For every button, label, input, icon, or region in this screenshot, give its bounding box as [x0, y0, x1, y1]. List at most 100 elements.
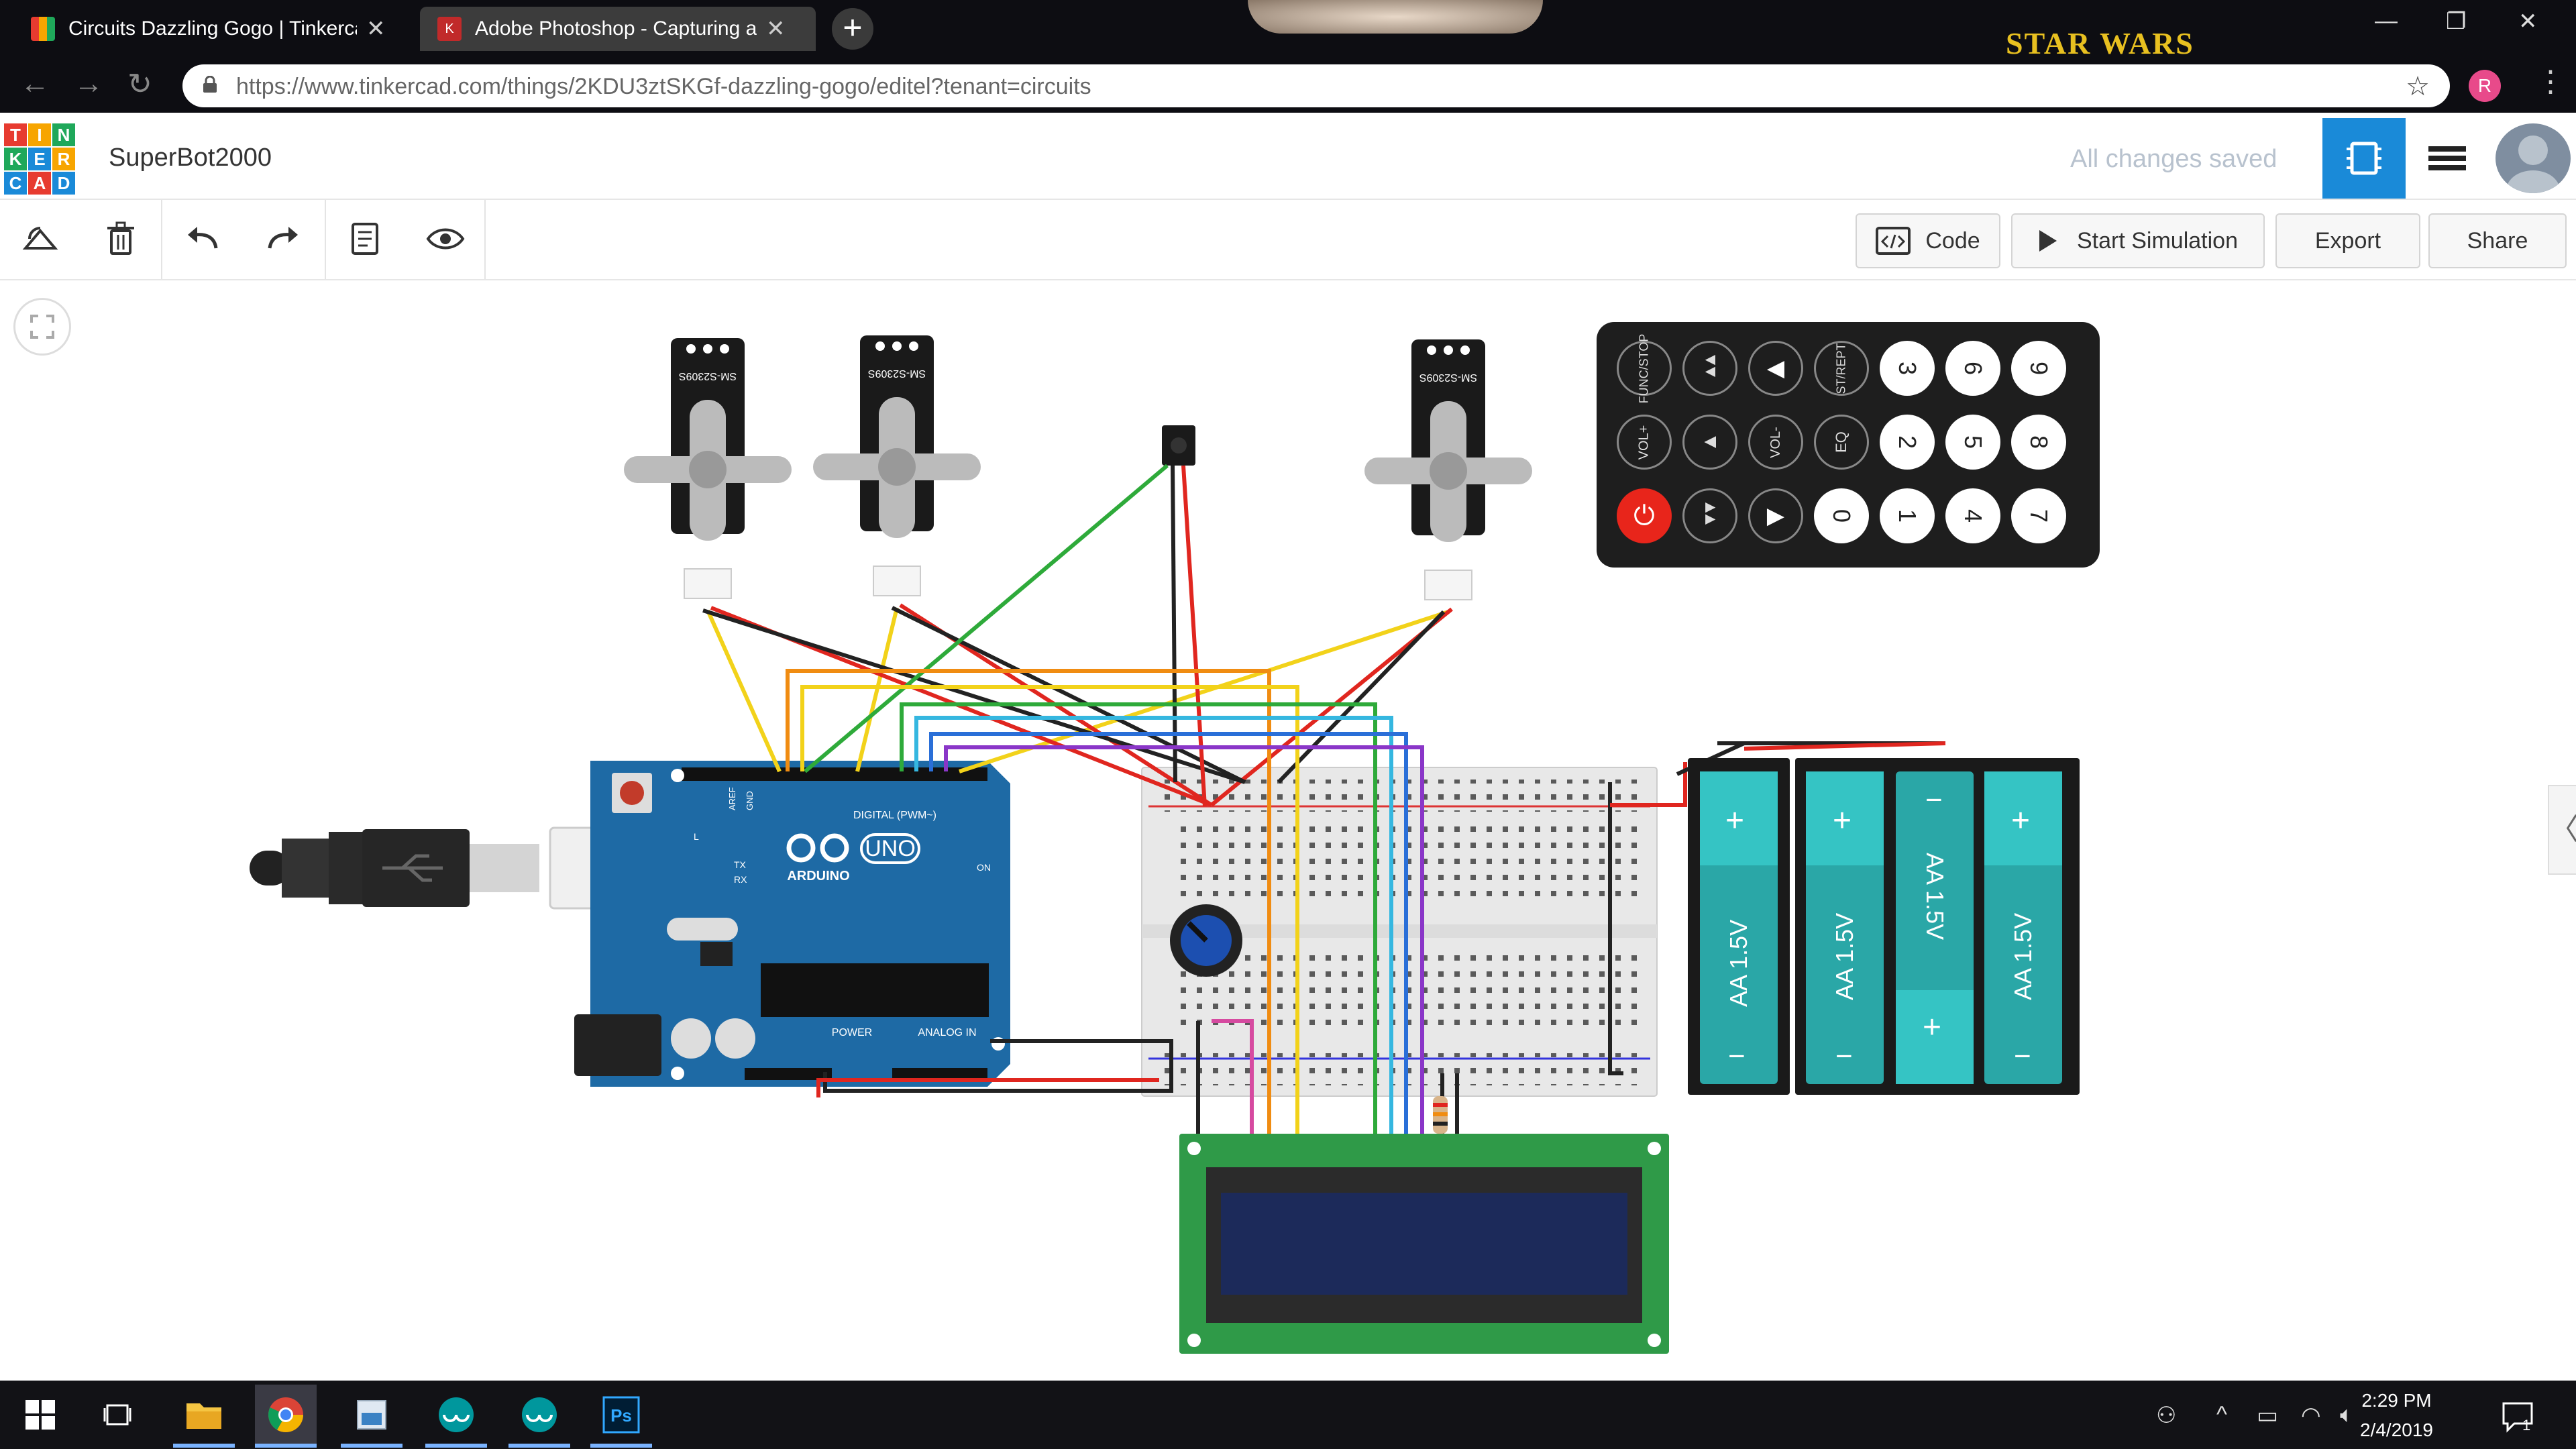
remote-digit-5-button[interactable]: 5 [1945, 415, 2000, 470]
remote-back-button[interactable]: ◀ [1748, 341, 1803, 396]
minimize-icon[interactable]: — [2375, 8, 2398, 34]
close-icon[interactable]: ✕ [366, 15, 386, 42]
battery-3-plus: + [1923, 1010, 1942, 1045]
export-button[interactable]: Export [2275, 213, 2420, 268]
remote-digit-6-button[interactable]: 6 [1945, 341, 2000, 396]
remote-rewind-button[interactable]: ▼▼ [1682, 488, 1737, 543]
remote-digit-2-button[interactable]: 2 [1880, 415, 1935, 470]
folder-icon [186, 1403, 221, 1429]
close-icon[interactable]: ✕ [766, 15, 786, 42]
rotate-icon[interactable] [20, 219, 60, 259]
servo-1[interactable]: SM-S2309S [624, 338, 792, 599]
taskbar-active-indicator [173, 1444, 235, 1448]
circuit-canvas[interactable]: UNO ARDUINO DIGITAL (PWM~) POWER ANALOG … [0, 280, 2576, 1381]
servo-2[interactable]: SM-S2309S [813, 335, 981, 596]
clock-date: 2/4/2019 [2360, 1419, 2433, 1440]
remote-digit-1-button[interactable]: 1 [1880, 488, 1935, 543]
remote-button-label: EQ [1832, 431, 1849, 453]
remote-vol-down-button[interactable]: VOL- [1748, 415, 1803, 470]
l-led-label: L [694, 831, 699, 842]
play-icon [2039, 230, 2057, 252]
battery-3-label: AA 1.5V [1921, 853, 1949, 941]
remote-digit-7-button[interactable]: 7 [2011, 488, 2066, 543]
task-view-button[interactable] [87, 1385, 149, 1445]
tab-tinkercad[interactable]: Circuits Dazzling Gogo | Tinkercad ✕ [13, 7, 416, 51]
share-button[interactable]: Share [2428, 213, 2567, 268]
simulate-label: Start Simulation [2077, 227, 2238, 254]
logo-letter: I [28, 123, 51, 146]
on-led-label: ON [977, 862, 991, 873]
taskbar-photoshop[interactable]: Ps [590, 1385, 652, 1445]
remote-digit-9-button[interactable]: 9 [2011, 341, 2066, 396]
taskbar-active-indicator [255, 1444, 317, 1448]
taskbar-arduino-1[interactable] [425, 1385, 487, 1445]
remote-power-button[interactable]: ⏻ [1617, 488, 1672, 543]
photoshop-favicon: K [437, 17, 462, 41]
user-avatar[interactable] [2496, 123, 2571, 193]
close-window-icon[interactable]: ✕ [2518, 8, 2538, 35]
remote-digit-3-button[interactable]: 3 [1880, 341, 1935, 396]
notes-icon[interactable] [345, 219, 385, 259]
start-simulation-button[interactable]: Start Simulation [2011, 213, 2265, 268]
new-tab-button[interactable]: + [832, 8, 873, 50]
potentiometer[interactable] [1170, 904, 1242, 977]
remote-digit-8-button[interactable]: 8 [2011, 415, 2066, 470]
project-name[interactable]: SuperBot2000 [109, 144, 272, 172]
forward-icon[interactable]: → [74, 67, 103, 101]
servo-3[interactable]: SM-S2309S [1364, 339, 1532, 600]
rx-led-label: RX [734, 874, 747, 885]
battery-3-minus: − [1925, 784, 1943, 816]
menu-icon[interactable]: ⋮ [2536, 64, 2565, 99]
taskbar-arduino-2[interactable] [508, 1385, 570, 1445]
logo-letter: E [28, 148, 51, 170]
redo-icon[interactable] [263, 219, 303, 259]
remote-digit-0-button[interactable]: 0 [1814, 488, 1869, 543]
profile-avatar[interactable]: R [2469, 70, 2501, 102]
remote-button-label: ▲ [1698, 432, 1721, 452]
restore-icon[interactable]: ❐ [2446, 8, 2466, 35]
remote-func-stop-button[interactable]: FUNC/STOP [1617, 333, 1672, 403]
wifi-icon[interactable]: ◠ [2301, 1402, 2321, 1429]
remote-vol-up-button[interactable]: VOL+ [1617, 415, 1672, 470]
tab-photoshop[interactable]: K Adobe Photoshop - Capturing an ✕ [420, 7, 816, 51]
taskbar-image-viewer[interactable] [341, 1385, 402, 1445]
remote-button-label: 8 [2025, 435, 2053, 449]
remote-st-rept-button[interactable]: ST/REPT [1814, 341, 1869, 396]
tinkercad-logo[interactable]: T I N K E R C A D [4, 123, 75, 195]
undo-icon[interactable] [182, 219, 223, 259]
remote-button-label: 7 [2025, 508, 2053, 523]
bookmark-star-icon[interactable]: ☆ [2406, 71, 2430, 102]
resistor[interactable] [1433, 1096, 1448, 1134]
remote-eq-button[interactable]: EQ [1814, 415, 1869, 470]
remote-up-button[interactable]: ▲ [1682, 415, 1737, 470]
remote-fast-forward-button[interactable]: ▲▲ [1682, 341, 1737, 396]
battery-2-plus: + [1833, 803, 1852, 839]
component-list-button[interactable] [2406, 118, 2489, 199]
lcd-display[interactable] [1179, 1134, 1669, 1354]
ir-receiver[interactable] [1162, 425, 1195, 466]
volume-icon[interactable]: 🔈︎ [2340, 1402, 2353, 1428]
logo-letter: R [52, 148, 75, 170]
people-icon[interactable]: ⚇ [2156, 1402, 2176, 1429]
remote-play-button[interactable]: ▶ [1748, 488, 1803, 543]
taskbar-chrome[interactable] [255, 1385, 317, 1445]
show-hidden-icons[interactable]: ^ [2216, 1402, 2227, 1428]
remote-digit-4-button[interactable]: 4 [1945, 488, 2000, 543]
reload-icon[interactable]: ↻ [127, 67, 152, 101]
aref-label: AREF [727, 787, 737, 810]
battery-icon[interactable]: ▭ [2257, 1402, 2278, 1429]
address-bar[interactable]: https://www.tinkercad.com/things/2KDU3zt… [182, 64, 2450, 107]
visibility-icon[interactable] [425, 219, 466, 259]
code-button[interactable]: Code [1856, 213, 2000, 268]
taskbar-file-explorer[interactable] [173, 1385, 235, 1445]
logo-letter: N [52, 123, 75, 146]
circuit-view-button[interactable] [2322, 118, 2406, 199]
notification-center-button[interactable]: 1 [2498, 1397, 2538, 1437]
delete-icon[interactable] [101, 219, 141, 259]
remote-button-label: VOL+ [1636, 425, 1652, 460]
system-clock[interactable]: 2:29 PM 2/4/2019 [2360, 1386, 2433, 1445]
start-button[interactable] [9, 1385, 71, 1445]
back-icon[interactable]: ← [20, 67, 50, 101]
logo-letter: T [4, 123, 27, 146]
arduino-uno-board[interactable]: UNO ARDUINO DIGITAL (PWM~) POWER ANALOG … [574, 761, 1010, 1087]
